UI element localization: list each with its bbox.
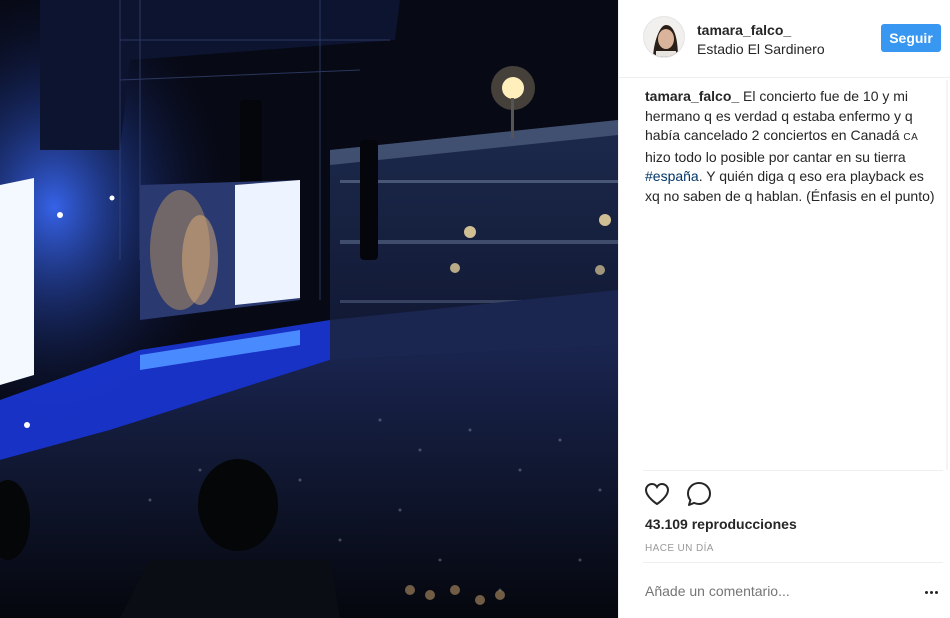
hashtag-link[interactable]: #españa bbox=[645, 168, 699, 184]
avatar-image bbox=[644, 17, 684, 57]
more-options-icon[interactable] bbox=[921, 583, 941, 601]
post-header: tamara_falco_ Estadio El Sardinero Segui… bbox=[619, 0, 950, 78]
caption-text: hizo todo lo posible por cantar en su ti… bbox=[645, 148, 906, 165]
post-caption: tamara_falco_ El concierto fue de 10 y m… bbox=[645, 87, 935, 206]
caption-username[interactable]: tamara_falco_ bbox=[645, 88, 739, 104]
comment-input[interactable] bbox=[645, 583, 905, 599]
post-video[interactable] bbox=[0, 0, 618, 618]
concert-photo bbox=[0, 0, 618, 618]
dot bbox=[934, 590, 938, 594]
timestamp[interactable]: Hace un día bbox=[645, 543, 714, 554]
post-side-panel: tamara_falco_ Estadio El Sardinero Segui… bbox=[618, 0, 950, 618]
comment-button[interactable] bbox=[685, 480, 713, 508]
like-button[interactable] bbox=[643, 480, 671, 508]
heart-icon bbox=[644, 482, 670, 506]
dot bbox=[929, 590, 933, 594]
username[interactable]: tamara_falco_ bbox=[697, 22, 791, 38]
view-count[interactable]: 43.109 reproducciones bbox=[645, 516, 797, 532]
caption-small-caps: CA bbox=[903, 132, 919, 143]
divider bbox=[643, 562, 943, 563]
follow-button[interactable]: Seguir bbox=[881, 24, 941, 52]
avatar[interactable] bbox=[643, 16, 685, 58]
dot bbox=[924, 590, 928, 594]
divider bbox=[643, 470, 943, 471]
location-link[interactable]: Estadio El Sardinero bbox=[697, 41, 825, 57]
caption-scrollbar[interactable] bbox=[946, 80, 948, 470]
comment-bubble-icon bbox=[687, 482, 711, 506]
